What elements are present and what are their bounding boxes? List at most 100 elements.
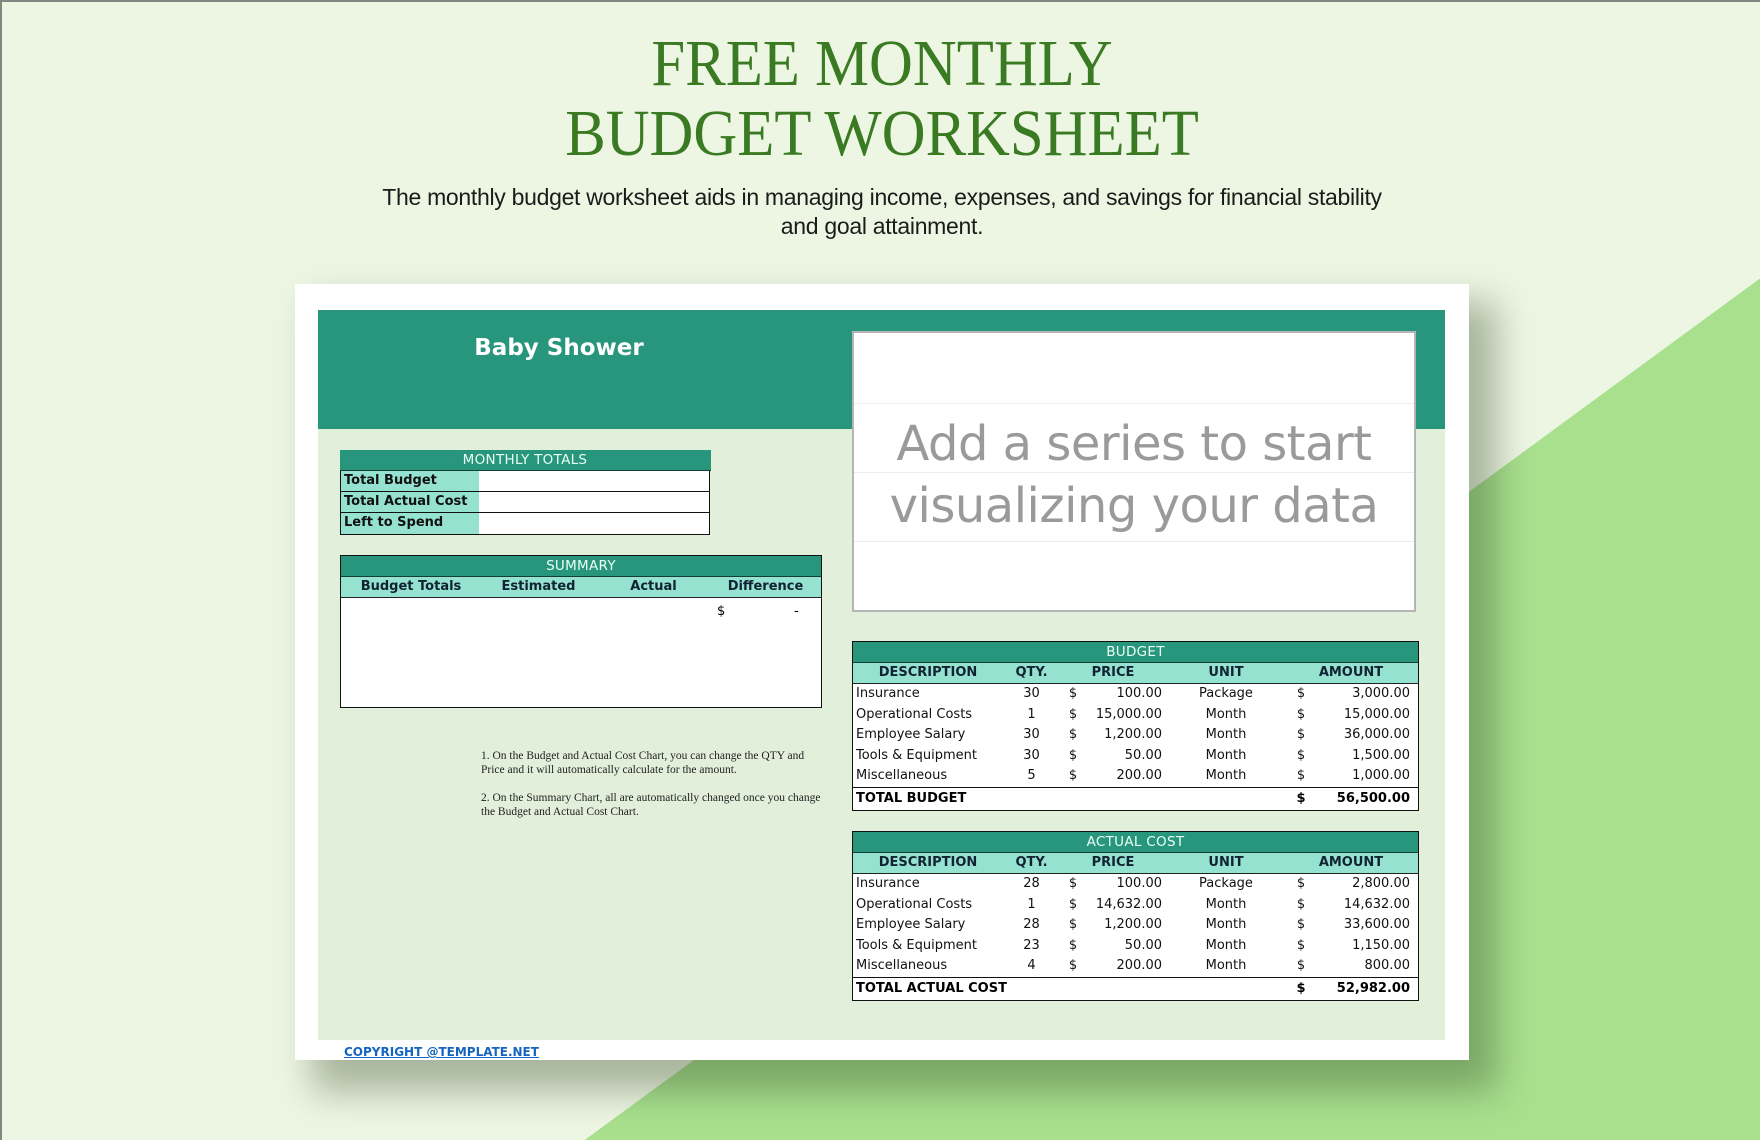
price-cell[interactable]: 100.00 (1086, 684, 1166, 705)
description-cell[interactable]: Tools & Equipment (853, 746, 1003, 767)
budget-rows: Insurance 30 $100.00 Package $3,000.00 Operat… (853, 684, 1418, 787)
price-cell[interactable]: 200.00 (1086, 956, 1166, 977)
instructions-note: 1. On the Budget and Actual Cost Chart, … (481, 749, 821, 833)
actual-cost-caption: ACTUAL COST (853, 832, 1418, 853)
unit-cell[interactable]: Month (1166, 705, 1286, 726)
price-currency: $ (1068, 727, 1078, 743)
amount-currency: $ (1296, 727, 1306, 743)
summary-caption: SUMMARY (341, 556, 821, 577)
unit-cell[interactable]: Month (1166, 895, 1286, 916)
budget-header-row: DESCRIPTION QTY. PRICE UNIT AMOUNT (853, 663, 1418, 684)
actual-header-row: DESCRIPTION QTY. PRICE UNIT AMOUNT (853, 853, 1418, 874)
qty-cell[interactable]: 23 (1003, 936, 1060, 957)
amount-currency: $ (1296, 768, 1306, 784)
amount-cell: 15,000.00 (1343, 706, 1410, 722)
table-row: Tools & Equipment 23 $50.00 Month $1,150.00 (853, 936, 1418, 957)
qty-cell[interactable]: 30 (1003, 746, 1060, 767)
row-label: Total Budget (341, 471, 479, 491)
description-cell[interactable]: Miscellaneous (853, 956, 1003, 977)
table-row: Operational Costs 1 $15,000.00 Month $15,000… (853, 705, 1418, 726)
unit-cell[interactable]: Package (1166, 684, 1286, 705)
monthly-totals-table: MONTHLY TOTALS Total Budget Total Actual… (339, 450, 711, 535)
col-header-qty: QTY. (1015, 665, 1048, 680)
price-cell[interactable]: 1,200.00 (1086, 725, 1166, 746)
qty-cell[interactable]: 4 (1003, 956, 1060, 977)
amount-cell: 1,000.00 (1352, 768, 1410, 784)
col-header-qty: QTY. (1015, 855, 1048, 870)
amount-currency: $ (1296, 706, 1306, 722)
total-actual-cost-cell[interactable] (479, 492, 709, 512)
price-cell[interactable]: 1,200.00 (1086, 915, 1166, 936)
col-header-price: PRICE (1091, 665, 1135, 680)
unit-cell[interactable]: Package (1166, 874, 1286, 895)
unit-cell[interactable]: Month (1166, 746, 1286, 767)
amount-currency: $ (1296, 937, 1306, 953)
budget-total-row: TOTAL BUDGET $ 56,500.00 (853, 786, 1418, 810)
table-row: Operational Costs 1 $14,632.00 Month $14,632… (853, 895, 1418, 916)
table-row: Insurance 30 $100.00 Package $3,000.00 (853, 684, 1418, 705)
amount-currency: $ (1296, 958, 1306, 974)
col-header-amount: AMOUNT (1318, 665, 1384, 680)
amount-currency: $ (1296, 876, 1306, 891)
price-cell[interactable]: 200.00 (1086, 766, 1166, 787)
description-cell[interactable]: Employee Salary (853, 915, 1003, 936)
unit-cell[interactable]: Month (1166, 936, 1286, 957)
total-budget-cell[interactable] (479, 471, 709, 491)
unit-cell[interactable]: Month (1166, 915, 1286, 936)
actual-rows: Insurance 28 $100.00 Package $2,800.00 Operat… (853, 874, 1418, 977)
description-cell[interactable]: Insurance (853, 684, 1003, 705)
price-cell[interactable]: 50.00 (1086, 746, 1166, 767)
budget-table: BUDGET DESCRIPTION QTY. PRICE UNIT AMOUN… (852, 641, 1419, 811)
summary-body[interactable]: $ - (341, 598, 821, 706)
amount-cell: 14,632.00 (1343, 896, 1410, 912)
table-row: Miscellaneous 4 $200.00 Month $800.00 (853, 956, 1418, 977)
amount-currency: $ (1296, 917, 1306, 933)
monthly-totals-row: Left to Spend (341, 513, 709, 534)
copyright-link[interactable]: COPYRIGHT @TEMPLATE.NET (344, 1045, 539, 1059)
sheet-title[interactable]: Baby Shower (432, 335, 686, 361)
total-label: TOTAL ACTUAL COST (856, 980, 1007, 996)
qty-cell[interactable]: 1 (1003, 895, 1060, 916)
price-currency: $ (1068, 896, 1078, 912)
amount-currency: $ (1296, 686, 1306, 701)
description-cell[interactable]: Insurance (853, 874, 1003, 895)
unit-cell[interactable]: Month (1166, 766, 1286, 787)
price-currency: $ (1068, 747, 1078, 763)
price-cell[interactable]: 100.00 (1086, 874, 1166, 895)
description-cell[interactable]: Miscellaneous (853, 766, 1003, 787)
price-cell[interactable]: 14,632.00 (1086, 895, 1166, 916)
qty-cell[interactable]: 28 (1003, 915, 1060, 936)
description-cell[interactable]: Operational Costs (853, 895, 1003, 916)
row-label: Left to Spend (341, 513, 479, 534)
table-row: Employee Salary 30 $1,200.00 Month $36,000.0… (853, 725, 1418, 746)
col-header: Budget Totals (360, 579, 462, 594)
qty-cell[interactable]: 30 (1003, 725, 1060, 746)
qty-cell[interactable]: 30 (1003, 684, 1060, 705)
price-cell[interactable]: 15,000.00 (1086, 705, 1166, 726)
amount-cell: 33,600.00 (1343, 917, 1410, 933)
price-currency: $ (1068, 917, 1078, 933)
unit-cell[interactable]: Month (1166, 956, 1286, 977)
table-row: Miscellaneous 5 $200.00 Month $1,000.00 (853, 766, 1418, 787)
chart-gridline (854, 541, 1414, 542)
left-to-spend-cell[interactable] (479, 513, 709, 534)
qty-cell[interactable]: 28 (1003, 874, 1060, 895)
description-cell[interactable]: Operational Costs (853, 705, 1003, 726)
description-cell[interactable]: Employee Salary (853, 725, 1003, 746)
price-cell[interactable]: 50.00 (1086, 936, 1166, 957)
empty-chart-placeholder[interactable]: Add a series to start visualizing your d… (852, 331, 1416, 612)
qty-cell[interactable]: 1 (1003, 705, 1060, 726)
price-currency: $ (1068, 686, 1078, 701)
total-label: TOTAL BUDGET (856, 790, 967, 806)
col-header-unit: UNIT (1208, 855, 1244, 870)
price-currency: $ (1068, 876, 1078, 891)
monthly-totals-row: Total Actual Cost (341, 492, 709, 513)
unit-cell[interactable]: Month (1166, 725, 1286, 746)
col-header-amount: AMOUNT (1318, 855, 1384, 870)
chart-empty-message: Add a series to start visualizing your d… (854, 413, 1414, 537)
note-item: 2. On the Summary Chart, all are automat… (481, 792, 821, 818)
amount-currency: $ (1296, 747, 1306, 763)
total-value: 56,500.00 (1336, 790, 1410, 806)
description-cell[interactable]: Tools & Equipment (853, 936, 1003, 957)
qty-cell[interactable]: 5 (1003, 766, 1060, 787)
